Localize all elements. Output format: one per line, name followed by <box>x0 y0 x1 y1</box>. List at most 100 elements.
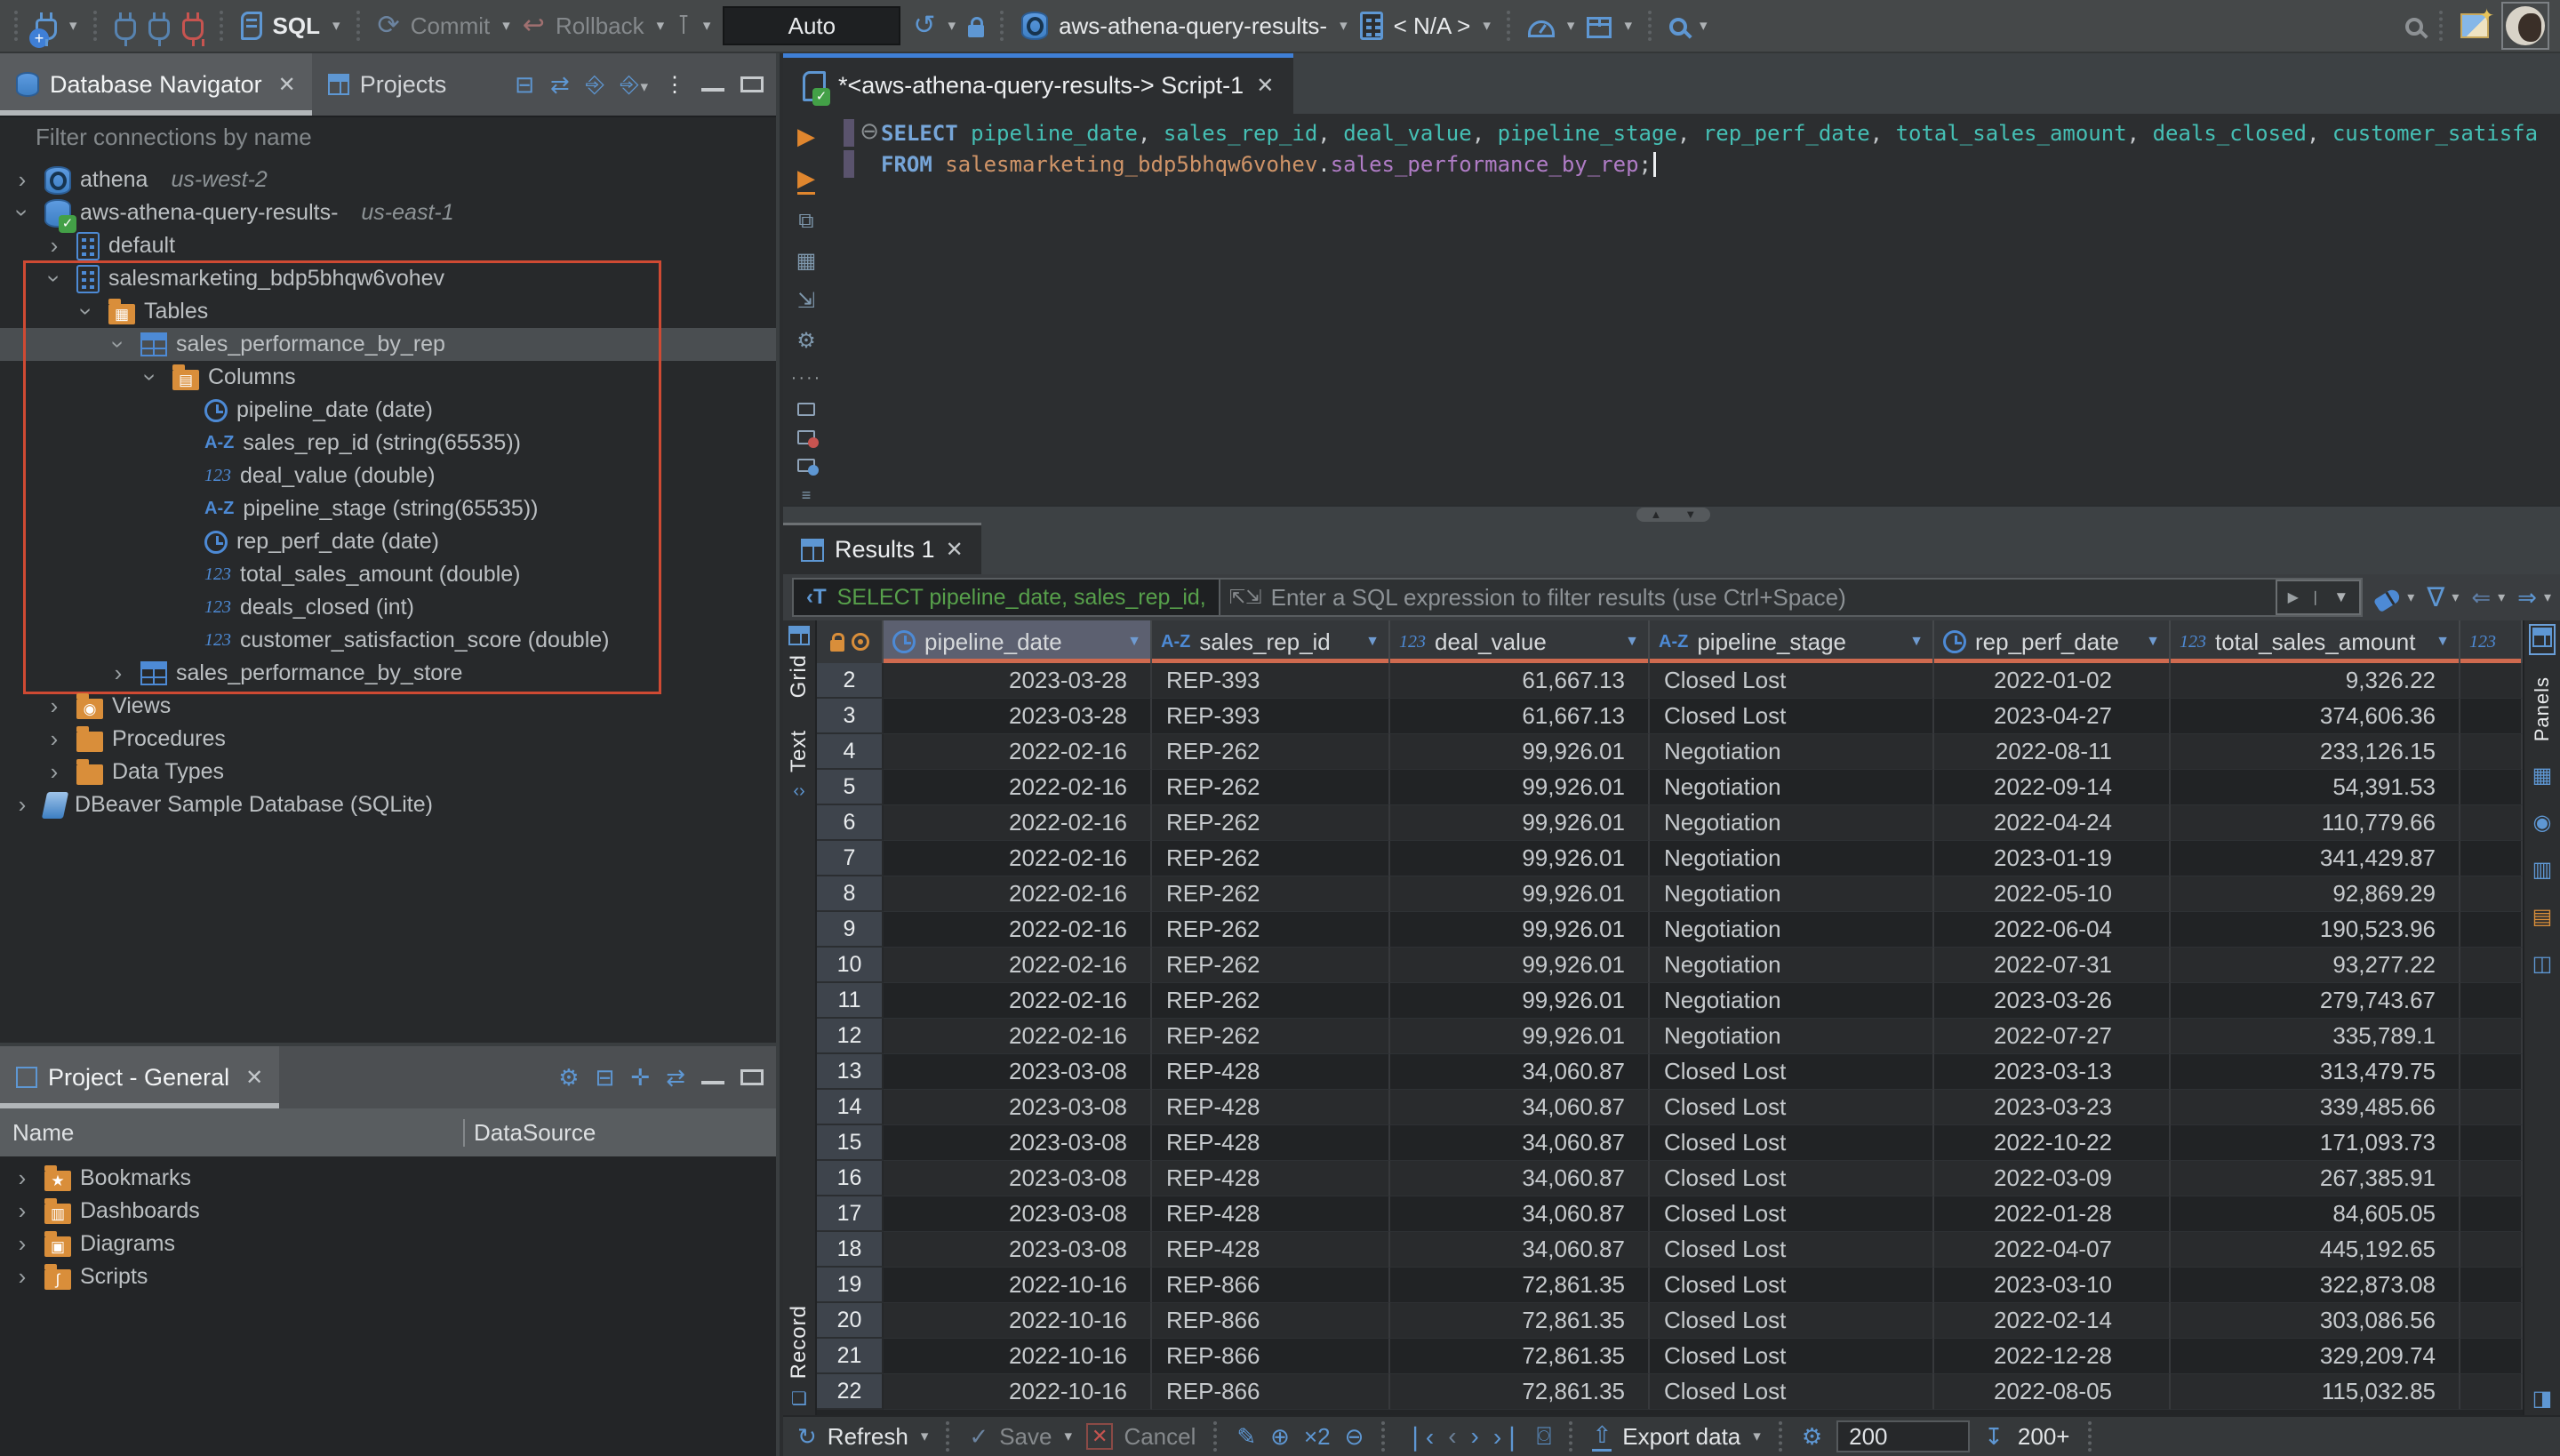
table-row[interactable]: 112022-02-16REP-26299,926.01Negotiation2… <box>817 983 2523 1019</box>
cell[interactable]: 171,093.73 <box>2171 1125 2460 1161</box>
sort-dropdown-icon[interactable]: ▼ <box>1127 634 1141 650</box>
cell[interactable]: 2022-10-16 <box>884 1374 1152 1410</box>
transaction-log-button[interactable]: ⊺ ▾ <box>676 12 710 39</box>
cell[interactable]: REP-393 <box>1152 663 1390 699</box>
splitter-down-icon[interactable]: ▼ <box>1684 508 1696 522</box>
cell[interactable]: 99,926.01 <box>1390 770 1650 805</box>
cell[interactable]: 2023-03-08 <box>884 1090 1152 1125</box>
row-number[interactable]: 8 <box>817 876 884 912</box>
cell[interactable]: 34,060.87 <box>1390 1196 1650 1232</box>
explain-plan-icon[interactable]: ⧉ <box>798 209 813 234</box>
first-row-icon[interactable]: ❘‹ <box>1404 1422 1434 1452</box>
cell[interactable]: 34,060.87 <box>1390 1054 1650 1090</box>
cell[interactable]: 279,743.67 <box>2171 983 2460 1019</box>
results-grid[interactable]: pipeline_date▼A-Zsales_rep_id▼123deal_va… <box>817 620 2523 1415</box>
previous-row-icon[interactable]: ‹ <box>1448 1422 1456 1451</box>
rollback-button[interactable]: ↩ Rollback ▾ <box>523 12 664 40</box>
refresh-button[interactable]: ↻ Refresh ▾ <box>797 1423 928 1451</box>
resize-handle-icon[interactable]: ⇱⇲ <box>1220 586 1271 609</box>
cell[interactable]: 2022-01-02 <box>1934 663 2171 699</box>
cell[interactable]: 2022-04-07 <box>1934 1232 2171 1268</box>
cell[interactable] <box>2460 841 2523 876</box>
cell[interactable]: 2022-02-16 <box>884 983 1152 1019</box>
cell[interactable]: 2023-03-26 <box>1934 983 2171 1019</box>
row-number[interactable]: 3 <box>817 699 884 734</box>
cell[interactable]: 99,926.01 <box>1390 912 1650 948</box>
panels-toggle-button[interactable] <box>2529 624 2556 655</box>
cell[interactable] <box>2460 770 2523 805</box>
cell[interactable] <box>2460 876 2523 912</box>
expander-icon[interactable]: › <box>73 299 100 325</box>
expander-icon[interactable]: › <box>105 332 132 358</box>
maximize-icon[interactable] <box>740 76 764 92</box>
cell[interactable]: 190,523.96 <box>2171 912 2460 948</box>
connection-selector[interactable]: aws-athena-query-results- ▾ <box>1021 12 1348 40</box>
tree-item-procedures[interactable]: ›Procedures <box>0 723 776 756</box>
apply-filter-button[interactable]: ▶ ❘ ▼ <box>2276 580 2362 615</box>
edit-cell-icon[interactable]: ✎ <box>1236 1423 1256 1451</box>
gear-icon[interactable]: ⚙ <box>558 1064 579 1092</box>
expander-icon[interactable]: › <box>9 166 36 194</box>
table-row[interactable]: 202022-10-16REP-86672,861.35Closed Lost2… <box>817 1303 2523 1339</box>
new-script-icon[interactable] <box>797 403 815 416</box>
cell[interactable]: Closed Lost <box>1650 1054 1934 1090</box>
result-grid-icon[interactable]: ▦ <box>796 248 817 274</box>
cell[interactable]: 2022-05-10 <box>1934 876 2171 912</box>
table-row[interactable]: 82022-02-16REP-26299,926.01Negotiation20… <box>817 876 2523 912</box>
table-row[interactable]: 42022-02-16REP-26299,926.01Negotiation20… <box>817 734 2523 770</box>
last-row-icon[interactable]: ›❘ <box>1493 1422 1523 1452</box>
table-row[interactable]: 62022-02-16REP-26299,926.01Negotiation20… <box>817 805 2523 841</box>
cell[interactable]: Closed Lost <box>1650 1268 1934 1303</box>
cell[interactable]: REP-262 <box>1152 948 1390 983</box>
cell[interactable]: 322,873.08 <box>2171 1268 2460 1303</box>
tab-database-navigator[interactable]: Database Navigator ✕ <box>0 53 312 116</box>
table-row[interactable]: 132023-03-08REP-42834,060.87Closed Lost2… <box>817 1054 2523 1090</box>
table-row[interactable]: 152023-03-08REP-42834,060.87Closed Lost2… <box>817 1125 2523 1161</box>
cell[interactable] <box>2460 1125 2523 1161</box>
tree-item-customer-satisfaction-score-double-[interactable]: 123customer_satisfaction_score (double) <box>0 624 776 657</box>
new-connection-button[interactable]: + ▾ <box>36 12 77 40</box>
minimize-icon[interactable] <box>701 1079 724 1084</box>
row-number[interactable]: 5 <box>817 770 884 805</box>
tree-item-sales-performance-by-rep[interactable]: ›sales_performance_by_rep <box>0 328 776 361</box>
tree-item-default[interactable]: ›default <box>0 229 776 262</box>
table-row[interactable]: 182023-03-08REP-42834,060.87Closed Lost2… <box>817 1232 2523 1268</box>
row-number[interactable]: 11 <box>817 983 884 1019</box>
cell[interactable]: 2022-02-16 <box>884 734 1152 770</box>
table-row[interactable]: 142023-03-08REP-42834,060.87Closed Lost2… <box>817 1090 2523 1125</box>
table-row[interactable]: 122022-02-16REP-26299,926.01Negotiation2… <box>817 1019 2523 1054</box>
cell[interactable]: Negotiation <box>1650 805 1934 841</box>
cell[interactable]: 61,667.13 <box>1390 663 1650 699</box>
cell[interactable]: 2023-03-13 <box>1934 1054 2171 1090</box>
driver-manager-button[interactable]: ▾ <box>1587 13 1632 38</box>
row-number[interactable]: 9 <box>817 912 884 948</box>
sql-line-1[interactable]: SELECT pipeline_date, sales_rep_id, deal… <box>881 117 2560 148</box>
filter-history-forward-button[interactable]: ⇒ ▾ <box>2517 584 2551 612</box>
tab-grid[interactable]: Grid <box>787 654 812 698</box>
tree-item-deal-value-double-[interactable]: 123deal_value (double) <box>0 460 776 492</box>
filter-history-back-button[interactable]: ⇐ ▾ <box>2471 584 2505 612</box>
tree-item-data-types[interactable]: ›Data Types <box>0 756 776 788</box>
cell[interactable]: 267,385.91 <box>2171 1161 2460 1196</box>
column-header-rep_perf_date[interactable]: rep_perf_date▼ <box>1934 620 2171 663</box>
cell[interactable]: 2022-02-16 <box>884 805 1152 841</box>
tree-item-deals-closed-int-[interactable]: 123deals_closed (int) <box>0 591 776 624</box>
cell[interactable]: REP-428 <box>1152 1161 1390 1196</box>
row-number[interactable]: 10 <box>817 948 884 983</box>
cell[interactable]: Closed Lost <box>1650 699 1934 734</box>
panel-bottom-icon[interactable]: ◨ <box>2532 1386 2553 1412</box>
transaction-history-button[interactable]: ↺ ▾ <box>913 12 956 39</box>
editor-settings-gear-icon[interactable]: ⚙ <box>796 328 816 354</box>
cell[interactable]: 2022-02-14 <box>1934 1303 2171 1339</box>
cell[interactable] <box>2460 1019 2523 1054</box>
cell[interactable] <box>2460 1054 2523 1090</box>
cell[interactable]: 72,861.35 <box>1390 1374 1650 1410</box>
tree-item-salesmarketing-bdp5bhqw6vohev[interactable]: ›salesmarketing_bdp5bhqw6vohev <box>0 262 776 295</box>
cell[interactable] <box>2460 1090 2523 1125</box>
add-row-icon[interactable]: ⊕ <box>1270 1423 1290 1451</box>
row-number[interactable]: 6 <box>817 805 884 841</box>
sql-editor-button[interactable]: SQL ▾ <box>241 12 340 40</box>
row-number[interactable]: 21 <box>817 1339 884 1374</box>
script-errors-icon[interactable] <box>797 430 815 444</box>
cell[interactable]: Negotiation <box>1650 841 1934 876</box>
